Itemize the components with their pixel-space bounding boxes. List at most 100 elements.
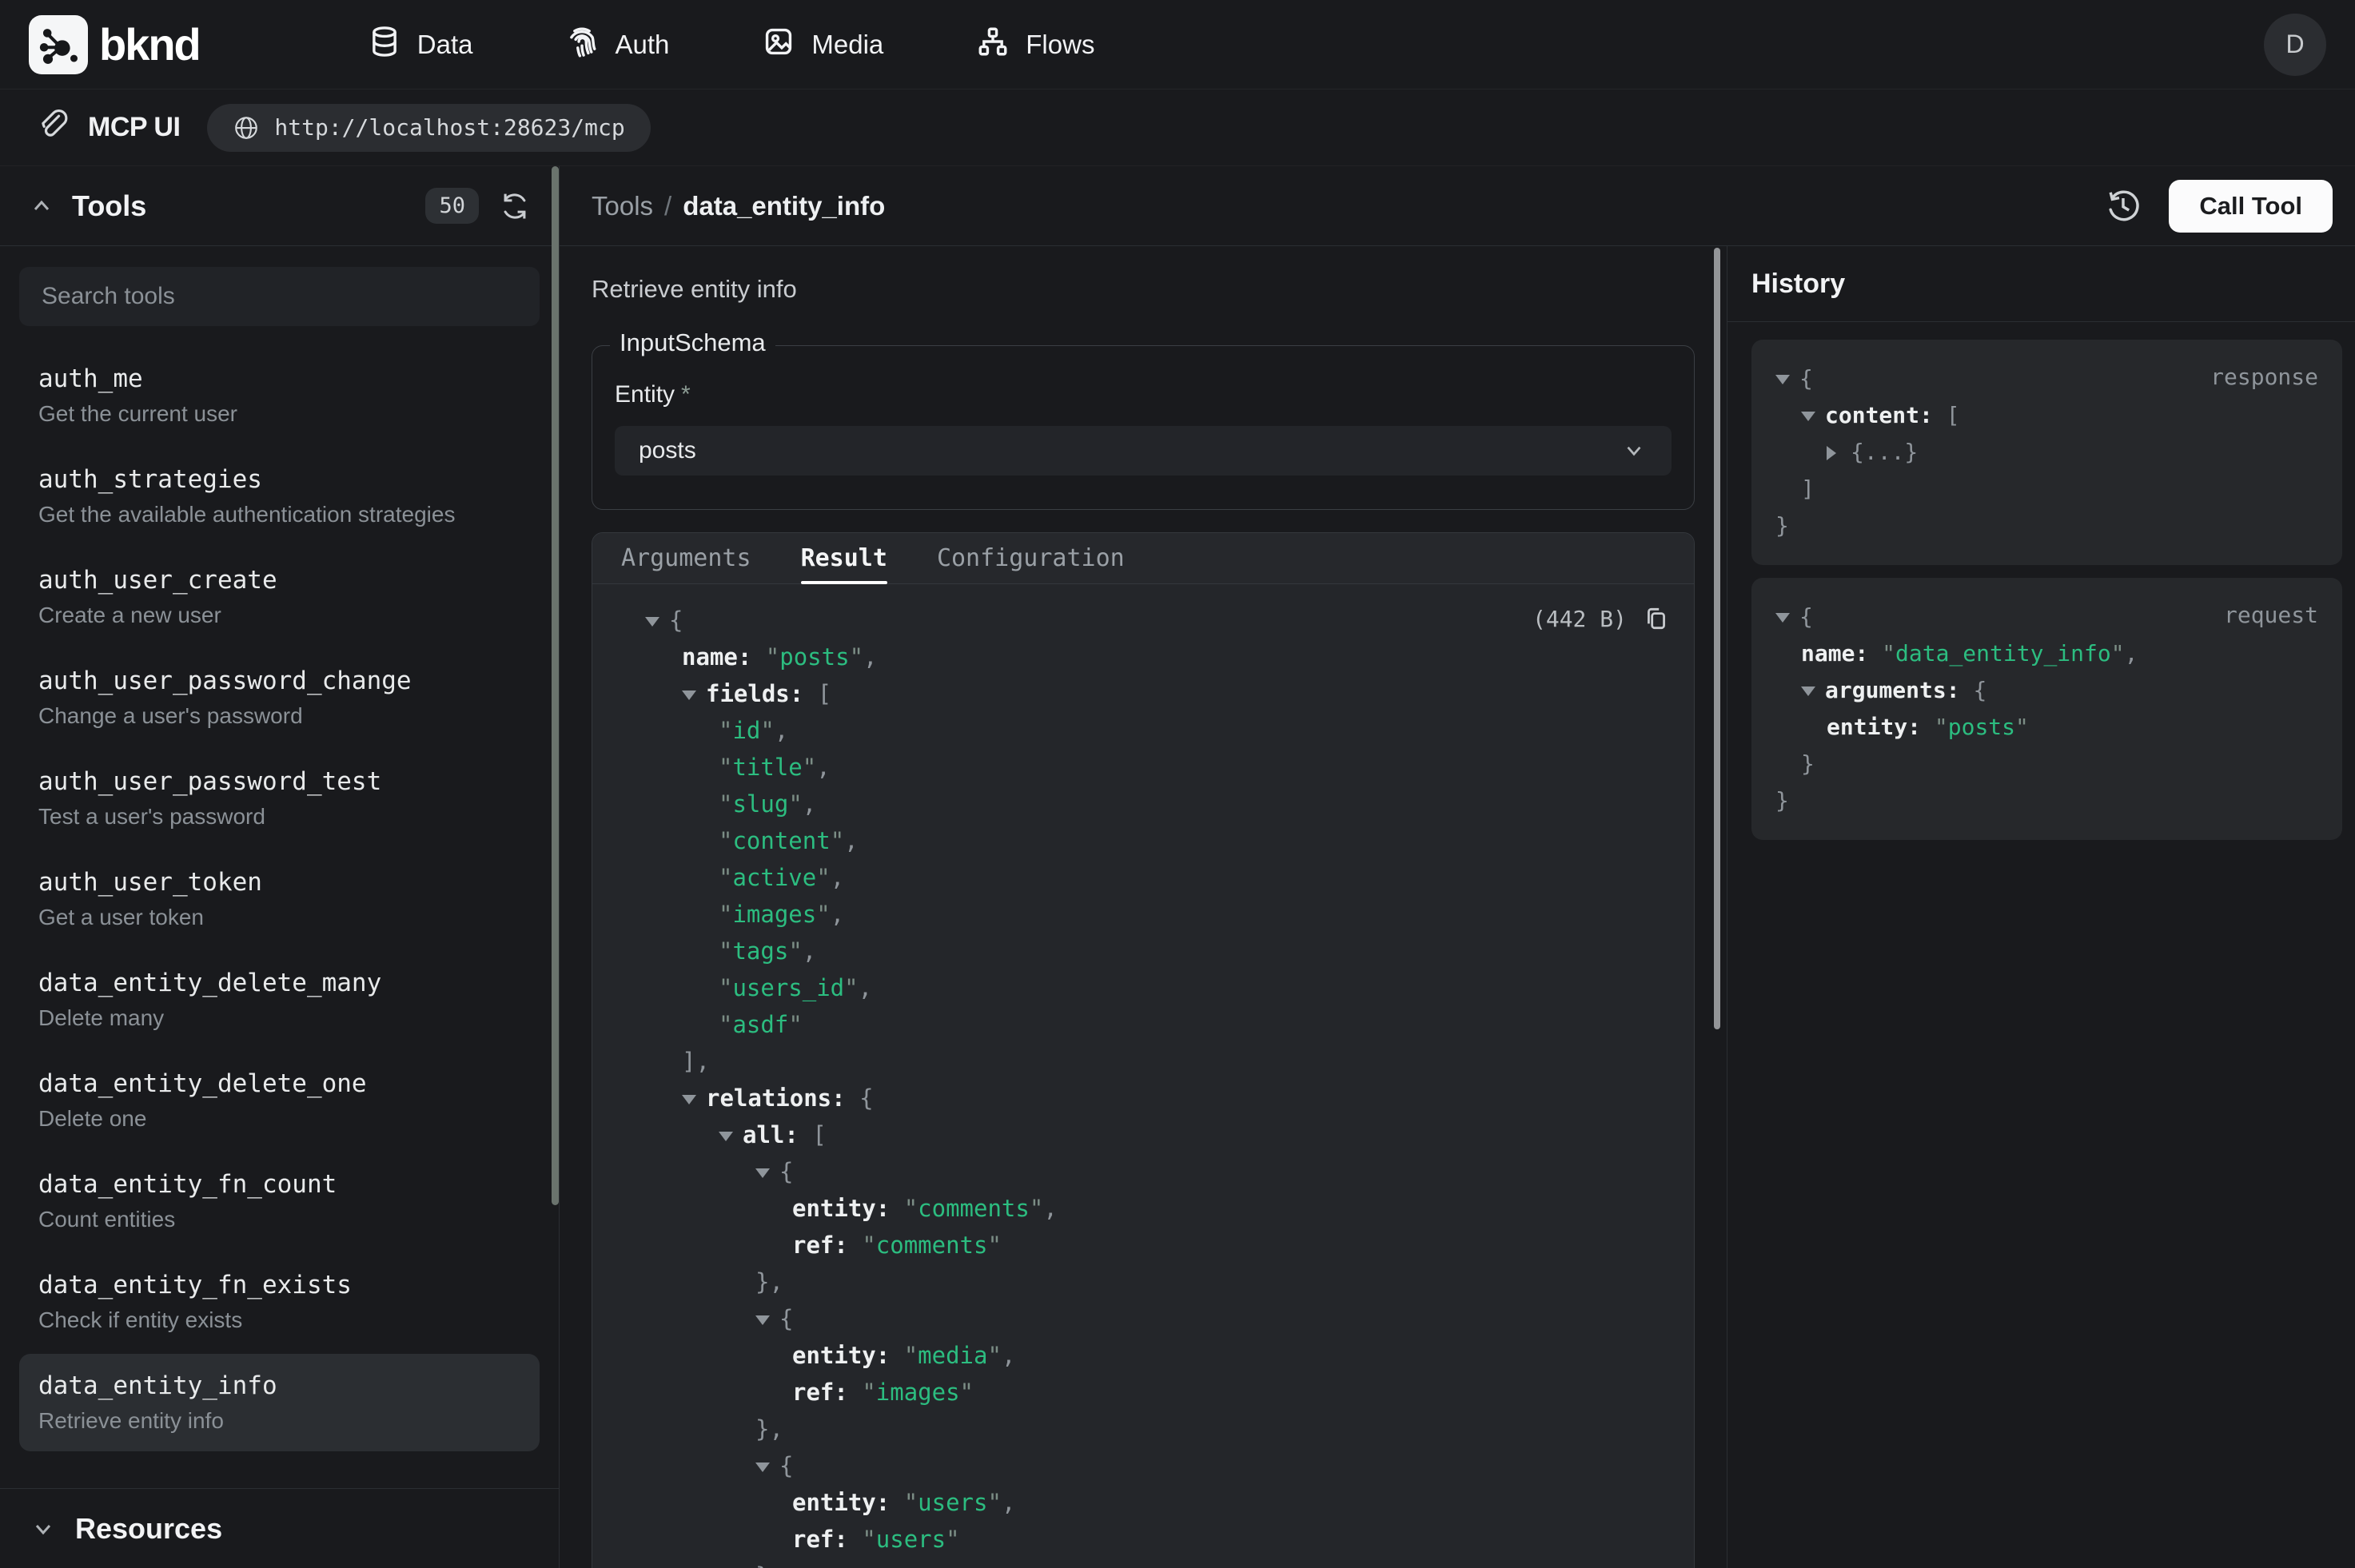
entity-field-label: Entity bbox=[615, 381, 675, 408]
tools-title: Tools bbox=[72, 189, 146, 223]
globe-icon bbox=[233, 114, 260, 141]
input-schema-fieldset: InputSchema Entity* posts bbox=[592, 345, 1695, 510]
expander-icon[interactable] bbox=[719, 1116, 743, 1153]
json-line: entity: "media", bbox=[592, 1337, 1670, 1374]
breadcrumb-section[interactable]: Tools bbox=[592, 191, 653, 221]
tool-list-item[interactable]: auth_user_password_test Test a user's pa… bbox=[19, 750, 540, 847]
entity-select[interactable]: posts bbox=[615, 426, 1672, 476]
tool-description: Test a user's password bbox=[38, 804, 520, 830]
json-line: "tags", bbox=[592, 933, 1670, 969]
app-root: bknd Data Auth Media Flows D MCP UI http://… bbox=[0, 0, 2355, 1568]
history-card-response[interactable]: response{content: [{...}]} bbox=[1751, 340, 2342, 565]
tool-description: Get a user token bbox=[38, 905, 520, 930]
breadcrumb-current: data_entity_info bbox=[683, 191, 885, 221]
bknd-logo-icon[interactable] bbox=[29, 15, 88, 74]
expander-icon[interactable] bbox=[1775, 360, 1799, 397]
history-clock-icon bbox=[2105, 188, 2142, 225]
expander-icon[interactable] bbox=[755, 1300, 779, 1337]
tool-name: auth_me bbox=[38, 364, 520, 393]
refresh-tools-button[interactable] bbox=[500, 191, 530, 221]
tab-result[interactable]: Result bbox=[801, 533, 887, 583]
json-line: "users_id", bbox=[592, 969, 1670, 1006]
fingerprint-icon bbox=[565, 25, 599, 65]
header-actions: Call Tool bbox=[2105, 180, 2333, 233]
tool-list-item[interactable]: data_entity_info Retrieve entity info bbox=[19, 1354, 540, 1451]
user-avatar[interactable]: D bbox=[2264, 14, 2326, 76]
main-header: Tools / data_entity_info Call Tool bbox=[560, 166, 2355, 246]
tool-workspace: Retrieve entity info InputSchema Entity*… bbox=[560, 246, 1727, 1568]
tool-list-item[interactable]: auth_user_password_change Change a user'… bbox=[19, 649, 540, 746]
json-line: }, bbox=[592, 1411, 1670, 1447]
tool-name: data_entity_delete_one bbox=[38, 1069, 520, 1098]
search-input[interactable] bbox=[19, 267, 540, 326]
json-line: "active", bbox=[592, 859, 1670, 896]
tool-name: auth_strategies bbox=[38, 465, 520, 494]
tab-configuration[interactable]: Configuration bbox=[937, 533, 1125, 583]
chevron-down-icon bbox=[30, 1516, 56, 1542]
tools-scroll-area: auth_me Get the current userauth_strateg… bbox=[0, 246, 559, 1488]
json-line: name: "posts", bbox=[592, 639, 1670, 675]
history-header: History bbox=[1727, 246, 2355, 322]
tool-list: auth_me Get the current userauth_strateg… bbox=[19, 347, 540, 1451]
tool-list-item[interactable]: data_entity_fn_exists Check if entity ex… bbox=[19, 1253, 540, 1351]
json-line: ref: "images" bbox=[592, 1374, 1670, 1411]
content-row: Tools 50 auth_me Get the current useraut… bbox=[0, 166, 2355, 1568]
json-line: }, bbox=[592, 1264, 1670, 1300]
image-icon bbox=[762, 25, 795, 65]
main-scrollbar[interactable] bbox=[1714, 248, 1720, 1029]
entity-select-value: posts bbox=[639, 437, 696, 464]
history-card-request[interactable]: request{name: "data_entity_info",argumen… bbox=[1751, 578, 2342, 840]
nav-item-media[interactable]: Media bbox=[762, 25, 883, 65]
history-panel: History response{content: [{...}]}reques… bbox=[1727, 246, 2355, 1568]
nav-item-flows[interactable]: Flows bbox=[976, 25, 1094, 65]
expander-icon[interactable] bbox=[755, 1447, 779, 1484]
json-line: arguments: { bbox=[1774, 672, 2320, 709]
mcp-url-pill[interactable]: http://localhost:28623/mcp bbox=[207, 104, 650, 152]
tab-arguments[interactable]: Arguments bbox=[621, 533, 751, 583]
nav-item-data[interactable]: Data bbox=[368, 25, 473, 65]
brand-name: bknd bbox=[99, 18, 200, 70]
history-cards: response{content: [{...}]}request{name: … bbox=[1727, 322, 2355, 853]
tool-list-item[interactable]: data_entity_fn_count Count entities bbox=[19, 1152, 540, 1250]
tools-header[interactable]: Tools 50 bbox=[0, 166, 559, 246]
json-line: {...} bbox=[1774, 434, 2320, 471]
tool-list-item[interactable]: data_entity_delete_one Delete one bbox=[19, 1052, 540, 1149]
flow-icon bbox=[976, 25, 1010, 65]
result-meta: (442 B) bbox=[1532, 605, 1670, 632]
history-button[interactable] bbox=[2105, 188, 2142, 225]
tool-name: data_entity_delete_many bbox=[38, 969, 520, 997]
tool-description: Check if entity exists bbox=[38, 1307, 520, 1333]
tool-name: auth_user_password_change bbox=[38, 667, 520, 695]
tools-sidebar: Tools 50 auth_me Get the current useraut… bbox=[0, 166, 560, 1568]
tool-list-item[interactable]: auth_me Get the current user bbox=[19, 347, 540, 444]
tool-list-item[interactable]: data_entity_delete_many Delete many bbox=[19, 951, 540, 1049]
expander-icon[interactable] bbox=[1801, 672, 1825, 709]
json-line: { bbox=[592, 1300, 1670, 1337]
call-tool-button[interactable]: Call Tool bbox=[2169, 180, 2333, 233]
tool-description: Retrieve entity info bbox=[38, 1408, 520, 1434]
expander-icon[interactable] bbox=[1801, 397, 1825, 434]
resources-header[interactable]: Resources bbox=[0, 1488, 559, 1568]
tool-description: Delete many bbox=[38, 1005, 520, 1031]
expander-icon[interactable] bbox=[645, 602, 669, 639]
json-line: relations: { bbox=[592, 1080, 1670, 1116]
topnav-items: Data Auth Media Flows bbox=[368, 25, 1095, 65]
chevron-up-icon bbox=[29, 193, 54, 219]
mcp-bar: MCP UI http://localhost:28623/mcp bbox=[0, 90, 2355, 166]
expander-icon[interactable] bbox=[682, 1080, 706, 1116]
copy-button[interactable] bbox=[1643, 605, 1670, 632]
expander-icon[interactable] bbox=[1775, 599, 1799, 635]
tool-list-item[interactable]: auth_user_create Create a new user bbox=[19, 548, 540, 646]
tool-name: data_entity_info bbox=[38, 1371, 520, 1400]
expander-icon[interactable] bbox=[682, 675, 706, 712]
expander-icon[interactable] bbox=[755, 1153, 779, 1190]
tool-list-item[interactable]: auth_strategies Get the available authen… bbox=[19, 448, 540, 545]
nav-item-auth[interactable]: Auth bbox=[565, 25, 669, 65]
json-line: } bbox=[1774, 746, 2320, 782]
expander-icon[interactable] bbox=[1827, 434, 1851, 471]
json-line: "images", bbox=[592, 896, 1670, 933]
history-title: History bbox=[1751, 269, 1845, 300]
sidebar-scrollbar[interactable] bbox=[552, 166, 559, 1205]
tool-list-item[interactable]: auth_user_token Get a user token bbox=[19, 850, 540, 948]
top-navbar: bknd Data Auth Media Flows D bbox=[0, 0, 2355, 90]
